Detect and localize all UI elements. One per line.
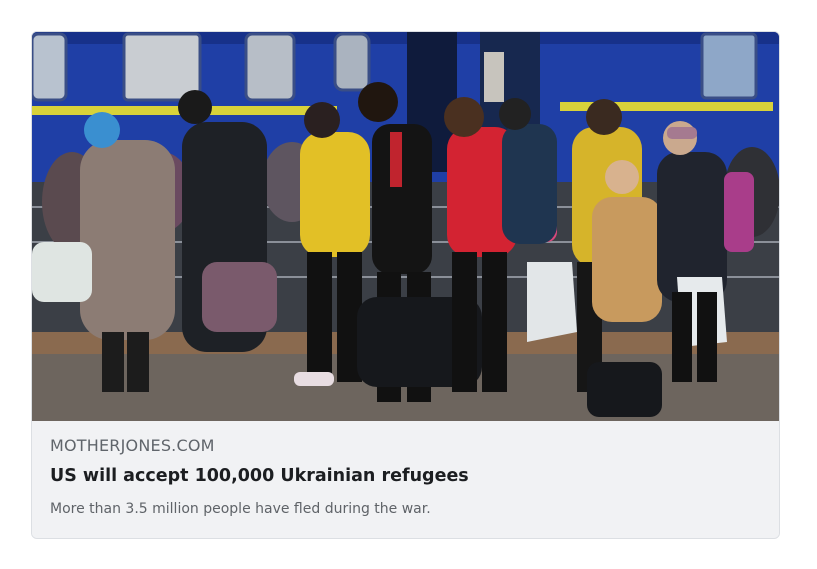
train-window [122, 32, 202, 102]
train-window [32, 32, 68, 102]
train-window [700, 32, 758, 100]
source-domain: MOTHERJONES.COM [50, 436, 215, 455]
article-description: More than 3.5 million people have fled d… [50, 501, 431, 517]
train-window [333, 32, 371, 92]
link-preview-text[interactable]: MOTHERJONES.COM US will accept 100,000 U… [32, 421, 779, 538]
article-image[interactable] [32, 32, 779, 421]
link-preview-card[interactable]: MOTHERJONES.COM US will accept 100,000 U… [31, 31, 780, 539]
person [80, 140, 175, 340]
train-window [244, 32, 296, 102]
person [592, 197, 662, 322]
person [300, 132, 370, 257]
article-title[interactable]: US will accept 100,000 Ukrainian refugee… [50, 466, 469, 486]
